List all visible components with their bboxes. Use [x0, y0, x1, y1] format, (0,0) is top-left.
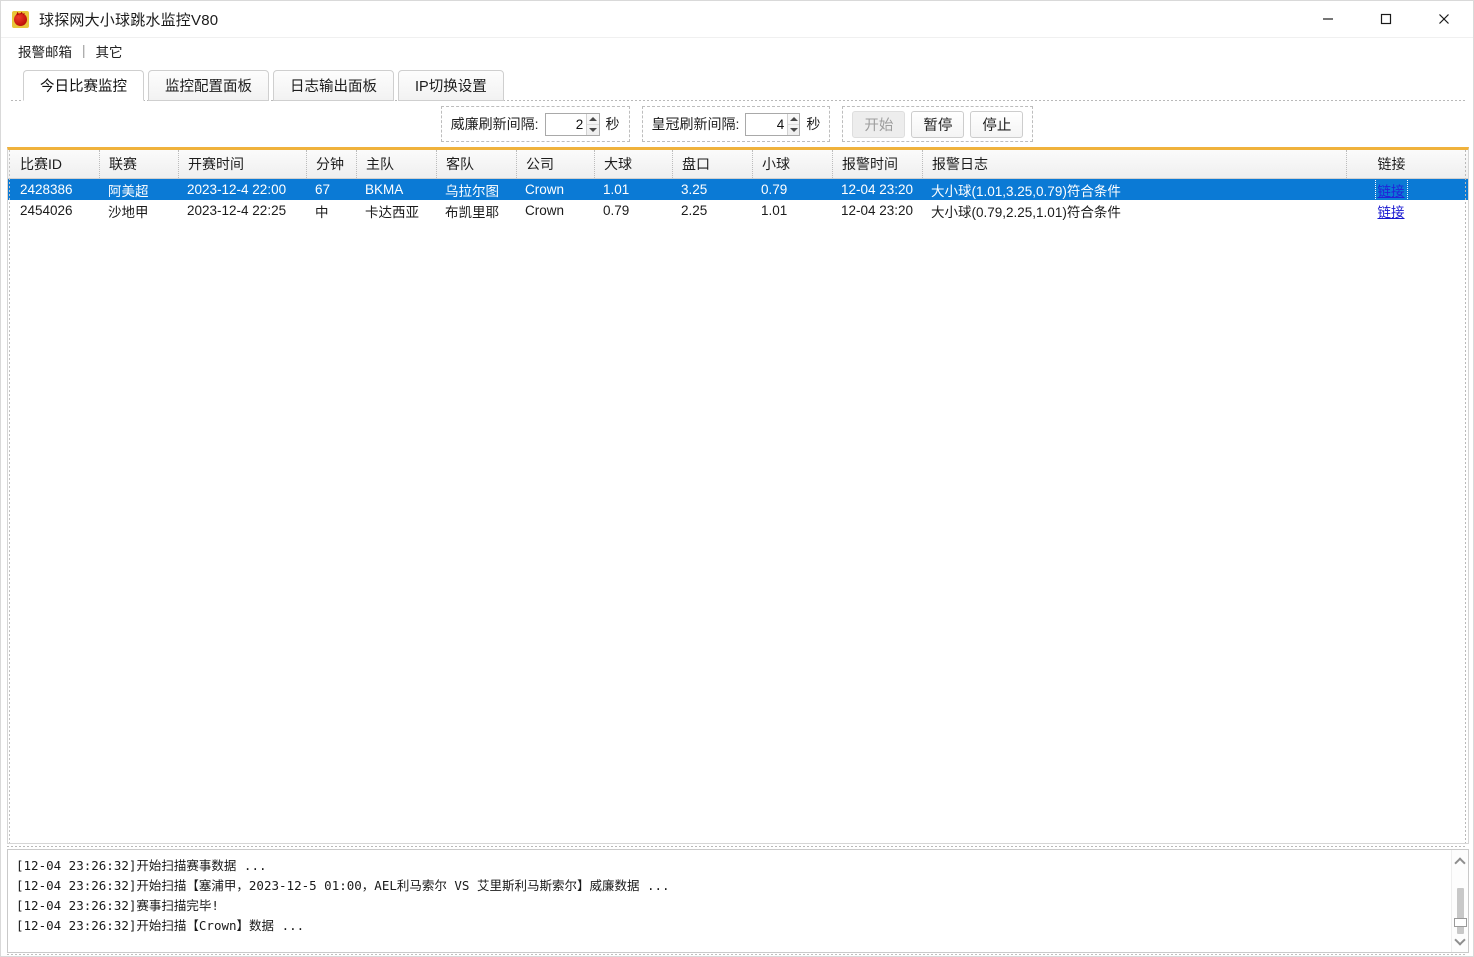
log-panel: [12-04 23:26:32]开始扫描赛事数据 ... [12-04 23:2… — [7, 849, 1469, 953]
menu-item-other[interactable]: 其它 — [88, 41, 131, 61]
column-header-home-team[interactable]: 主队 — [356, 150, 436, 178]
menu-separator: | — [82, 43, 86, 58]
log-scrollbar-track[interactable] — [1452, 872, 1469, 934]
cell-match-id: 2428386 — [20, 182, 73, 197]
toolbar: 威廉刷新间隔: 秒 皇冠刷新间隔: 秒 开始 — [1, 101, 1473, 147]
log-output[interactable]: [12-04 23:26:32]开始扫描赛事数据 ... [12-04 23:2… — [8, 850, 1451, 952]
cell-alarm-time: 12-04 23:20 — [841, 203, 914, 218]
start-button[interactable]: 开始 — [852, 110, 906, 138]
crown-interval-unit: 秒 — [806, 116, 821, 132]
cell-home-team: BKMA — [365, 182, 404, 197]
cell-company: Crown — [525, 182, 565, 197]
log-line: [12-04 23:26:32]开始扫描【Crown】数据 ... — [16, 918, 305, 933]
cell-handicap: 3.25 — [681, 182, 708, 197]
title-bar: 球探网大小球跳水监控V80 — [1, 1, 1473, 38]
cell-handicap: 2.25 — [681, 203, 708, 218]
column-header-kickoff[interactable]: 开赛时间 — [178, 150, 306, 178]
william-interval-stepper[interactable] — [544, 112, 600, 136]
log-line: [12-04 23:26:32]开始扫描【塞浦甲，2023-12-5 01:00… — [16, 878, 670, 893]
log-line: [12-04 23:26:32]赛事扫描完毕! — [16, 898, 219, 913]
column-header-minute[interactable]: 分钟 — [306, 150, 356, 178]
cell-home-team: 卡达西亚 — [365, 204, 419, 220]
cell-link[interactable]: 链接 — [1346, 201, 1436, 221]
match-link[interactable]: 链接 — [1374, 179, 1408, 200]
column-header-link[interactable]: 链接 — [1346, 150, 1436, 178]
column-header-alarm-log[interactable]: 报警日志 — [922, 150, 1346, 178]
pause-button[interactable]: 暂停 — [911, 110, 965, 138]
cell-link[interactable]: 链接 — [1346, 179, 1436, 200]
window-title: 球探网大小球跳水监控V80 — [39, 11, 219, 29]
cell-league: 沙地甲 — [108, 204, 149, 220]
cell-kickoff: 2023-12-4 22:00 — [187, 182, 287, 197]
william-interval-label: 威廉刷新间隔: — [450, 116, 539, 132]
cell-kickoff: 2023-12-4 22:25 — [187, 203, 287, 218]
cell-under: 0.79 — [761, 182, 788, 197]
crown-interval-stepper[interactable] — [745, 112, 801, 136]
window-controls — [1299, 1, 1473, 38]
william-interval-group: 威廉刷新间隔: 秒 — [440, 106, 630, 142]
column-header-under[interactable]: 小球 — [752, 150, 832, 178]
column-header-over[interactable]: 大球 — [594, 150, 672, 178]
window-bottom-guide — [7, 954, 1467, 955]
log-scrollbar-box[interactable] — [1453, 918, 1467, 927]
cell-over: 1.01 — [603, 182, 630, 197]
cell-away-team: 乌拉尔图 — [445, 183, 499, 199]
cell-minute: 67 — [315, 182, 331, 197]
app-window: 球探网大小球跳水监控V80 报警邮箱 | 其它 今日比赛监控 监控配置面板 日志… — [0, 0, 1474, 957]
column-header-league[interactable]: 联赛 — [99, 150, 178, 178]
william-stepper-up[interactable] — [587, 114, 599, 125]
tab-log-output[interactable]: 日志输出面板 — [273, 70, 394, 101]
crown-interval-input[interactable] — [746, 113, 788, 135]
devil-icon — [12, 10, 29, 28]
crown-interval-label: 皇冠刷新间隔: — [651, 116, 740, 132]
match-link[interactable]: 链接 — [1376, 201, 1407, 221]
tab-monitor-config[interactable]: 监控配置面板 — [148, 70, 269, 101]
run-control-group: 开始 暂停 停止 — [842, 106, 1034, 142]
column-header-away-team[interactable]: 客队 — [436, 150, 516, 178]
scroll-up-icon[interactable] — [1452, 850, 1469, 872]
cell-alarm-log: 大小球(0.79,2.25,1.01)符合条件 — [931, 204, 1121, 220]
cell-alarm-log: 大小球(1.01,3.25,0.79)符合条件 — [931, 183, 1121, 199]
tab-ip-switch[interactable]: IP切换设置 — [398, 70, 504, 101]
william-interval-input[interactable] — [545, 113, 587, 135]
cell-over: 0.79 — [603, 203, 630, 218]
william-stepper-buttons[interactable] — [586, 113, 599, 135]
column-header-company[interactable]: 公司 — [516, 150, 594, 178]
william-interval-unit: 秒 — [605, 116, 620, 132]
table-row[interactable]: 2454026 沙地甲 2023-12-4 22:25 中 卡达西亚 布凯里耶 … — [8, 200, 1468, 221]
cell-under: 1.01 — [761, 203, 788, 218]
column-header-handicap[interactable]: 盘口 — [672, 150, 752, 178]
crown-stepper-up[interactable] — [788, 114, 800, 125]
tab-strip: 今日比赛监控 监控配置面板 日志输出面板 IP切换设置 — [1, 63, 1473, 101]
menu-item-alarm-email[interactable]: 报警邮箱 — [10, 41, 80, 61]
crown-interval-group: 皇冠刷新间隔: 秒 — [641, 106, 831, 142]
match-table: 比赛ID 联赛 开赛时间 分钟 主队 客队 公司 大球 盘口 小球 报警时间 报… — [7, 147, 1469, 844]
maximize-icon[interactable] — [1357, 1, 1415, 38]
cell-company: Crown — [525, 203, 565, 218]
cell-alarm-time: 12-04 23:20 — [841, 182, 914, 197]
log-line: [12-04 23:26:32]开始扫描赛事数据 ... — [16, 858, 267, 873]
cell-minute: 中 — [315, 204, 329, 220]
log-scrollbar[interactable] — [1451, 850, 1468, 952]
stop-button[interactable]: 停止 — [970, 110, 1024, 138]
table-header-row: 比赛ID 联赛 开赛时间 分钟 主队 客队 公司 大球 盘口 小球 报警时间 报… — [8, 150, 1468, 179]
cell-match-id: 2454026 — [20, 203, 73, 218]
william-stepper-down[interactable] — [587, 125, 598, 135]
table-row[interactable]: 2428386 阿美超 2023-12-4 22:00 67 BKMA 乌拉尔图… — [8, 179, 1468, 200]
cell-away-team: 布凯里耶 — [445, 204, 499, 220]
table-body: 2428386 阿美超 2023-12-4 22:00 67 BKMA 乌拉尔图… — [8, 179, 1468, 843]
crown-stepper-down[interactable] — [788, 125, 799, 135]
column-header-alarm-time[interactable]: 报警时间 — [832, 150, 922, 178]
log-scrollbar-thumb[interactable] — [1456, 888, 1464, 934]
menu-bar: 报警邮箱 | 其它 — [1, 38, 1473, 63]
cell-league: 阿美超 — [108, 183, 149, 199]
minimize-icon[interactable] — [1299, 1, 1357, 38]
crown-stepper-buttons[interactable] — [787, 113, 800, 135]
column-header-match-id[interactable]: 比赛ID — [8, 150, 99, 178]
close-icon[interactable] — [1415, 1, 1473, 38]
tab-today-matches[interactable]: 今日比赛监控 — [23, 70, 144, 101]
